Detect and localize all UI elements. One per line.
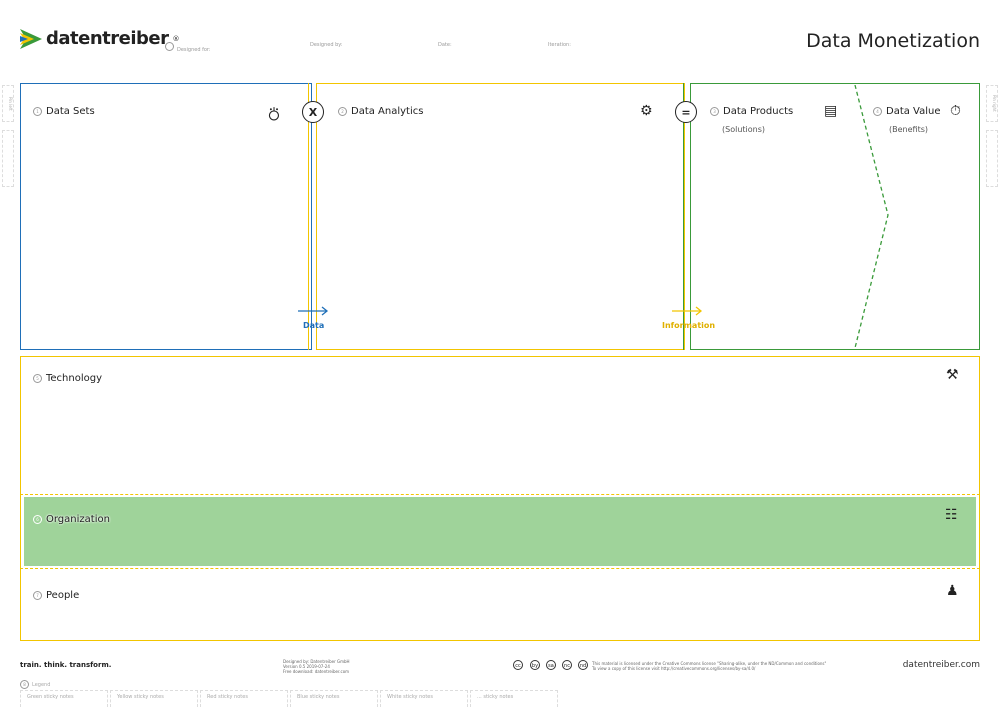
step-number-4: 4 — [873, 107, 882, 116]
sticky-red[interactable]: Red sticky notes — [200, 690, 288, 707]
step-number-3: 3 — [710, 107, 719, 116]
data-value-subtitle: (Benefits) — [889, 125, 928, 134]
datentreiber-logo: datentreiber ® — [20, 28, 180, 49]
analytics-icon: ⚙ — [640, 103, 653, 119]
gauge-icon: ⏱ — [950, 103, 961, 119]
information-arrow-icon — [672, 306, 703, 316]
meta-date: Date: — [438, 42, 452, 48]
equals-operator: = — [675, 101, 697, 123]
page-title: Data Monetization — [806, 30, 980, 52]
organization-panel[interactable] — [24, 497, 976, 566]
multiply-operator: X — [302, 101, 324, 123]
side-tab-left-2 — [2, 130, 14, 187]
org-chart-icon: ☷ — [945, 507, 958, 523]
cc-nc-icon: nc — [562, 660, 572, 670]
side-tab-left: Pin left — [2, 85, 14, 122]
step-number-2: 2 — [338, 107, 347, 116]
meta-designed-for: Designed for: — [165, 42, 211, 53]
license-text: This material is licensed under the Crea… — [592, 661, 827, 671]
logo-arrow-icon — [20, 28, 42, 49]
sticky-yellow[interactable]: Yellow sticky notes — [110, 690, 198, 707]
cc-nd-icon: nd — [578, 660, 588, 670]
people-group-icon: ♟ — [946, 583, 959, 599]
coins-icon: ⛣ — [267, 107, 281, 123]
side-tab-right: Pin right — [986, 85, 998, 122]
data-value-title: 4 Data Value — [873, 106, 941, 117]
sticky-green[interactable]: Green sticky notes — [20, 690, 108, 707]
product-box-icon: ▤ — [824, 103, 838, 119]
tools-icon: ⚒ — [946, 367, 959, 383]
sticky-white[interactable]: White sticky notes — [380, 690, 468, 707]
data-products-panel[interactable] — [690, 83, 980, 350]
data-flow-label: Data — [303, 321, 325, 330]
sticky-blue[interactable]: Blue sticky notes — [290, 690, 378, 707]
cc-sa-icon: sa — [546, 660, 556, 670]
footer-website-link[interactable]: datentreiber.com — [903, 660, 980, 670]
sticky-other[interactable]: ... sticky notes — [470, 690, 558, 707]
step-number-7: 7 — [33, 591, 42, 600]
data-sets-title: 1 Data Sets — [33, 106, 95, 117]
data-analytics-panel[interactable] — [316, 83, 685, 350]
people-title: 7 People — [33, 590, 79, 601]
footer-tagline: train. think. transform. — [20, 661, 112, 669]
step-number-5: 5 — [33, 374, 42, 383]
data-products-subtitle: (Solutions) — [722, 125, 765, 134]
step-number-8: 8 — [20, 680, 29, 689]
step-number-1: 1 — [33, 107, 42, 116]
technology-divider — [20, 494, 980, 495]
cc-icon: cc — [513, 660, 523, 670]
information-flow-label: Information — [662, 321, 716, 330]
logo-text: datentreiber — [46, 28, 169, 49]
cc-by-icon: by — [530, 660, 540, 670]
meta-designed-by: Designed by: — [310, 42, 343, 48]
meta-iteration: Iteration: — [548, 42, 571, 48]
organization-title: 6 Organization — [33, 514, 110, 525]
step-number-6: 6 — [33, 515, 42, 524]
technology-title: 5 Technology — [33, 373, 102, 384]
side-tab-right-2 — [986, 130, 998, 187]
footer-credits: Designed by: Datentreiber GmbH Version 0… — [283, 659, 350, 674]
organization-divider — [20, 568, 980, 569]
data-products-title: 3 Data Products — [710, 106, 793, 117]
data-arrow-icon — [298, 306, 329, 316]
data-analytics-title: 2 Data Analytics — [338, 106, 423, 117]
legend: 8 Legend — [20, 680, 50, 689]
